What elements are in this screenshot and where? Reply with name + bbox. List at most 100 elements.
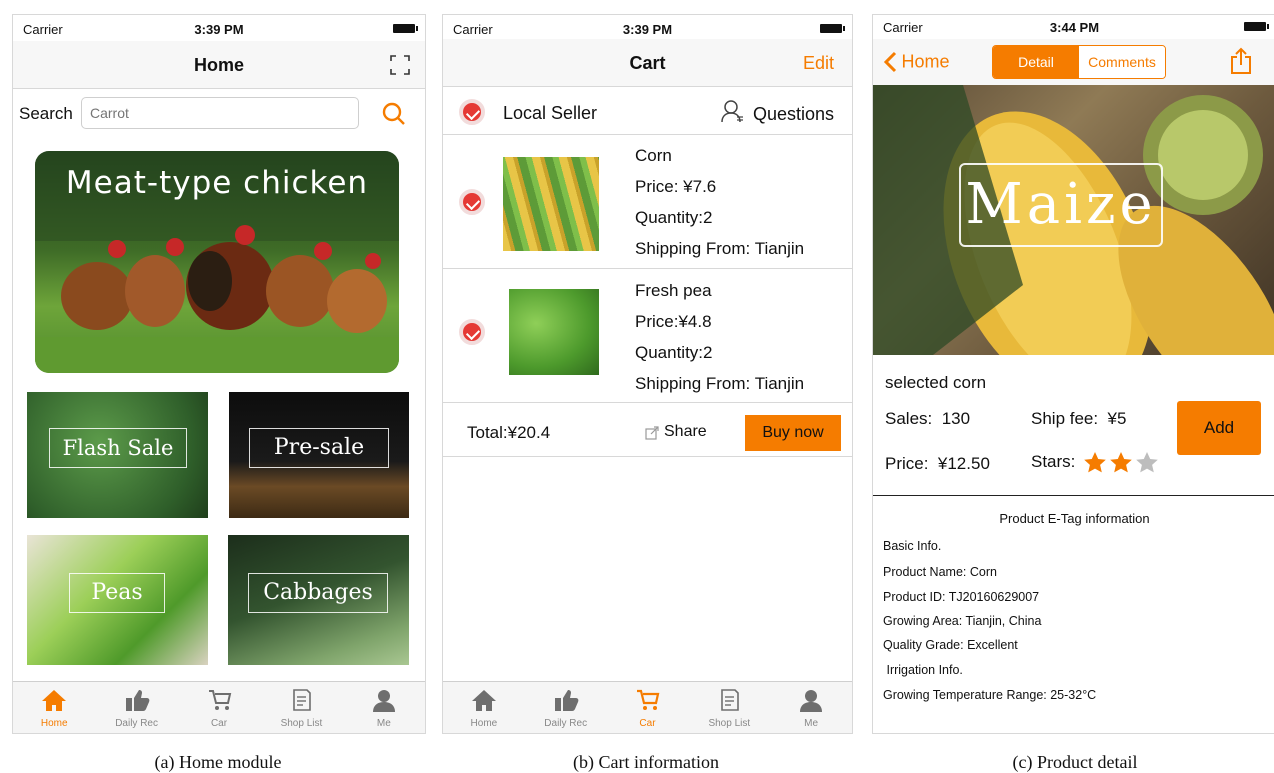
- share-button[interactable]: Share: [664, 423, 707, 441]
- tab-me[interactable]: Me: [343, 682, 425, 733]
- share-icon: [645, 426, 659, 440]
- info-line: Quality Grade: Excellent: [883, 638, 1018, 652]
- tab-label: Car: [639, 718, 656, 729]
- tab-me[interactable]: Me: [770, 682, 852, 733]
- status-time: 3:44 PM: [1049, 20, 1100, 35]
- info-line: Product ID: TJ20160629007: [883, 590, 1040, 604]
- tab-daily-rec[interactable]: Daily Rec: [525, 682, 607, 733]
- cart-icon: [209, 690, 232, 710]
- cart-item: Corn Price: ¥7.6 Quantity:2 Shipping Fro…: [443, 135, 852, 269]
- item-quantity: Quantity:2: [635, 208, 713, 227]
- caption-cart: (b) Cart information: [573, 752, 719, 772]
- seller-name: Local Seller: [503, 103, 598, 123]
- caption-home: (a) Home module: [154, 752, 282, 772]
- user-icon: [721, 100, 743, 123]
- tab-label: Daily Rec: [115, 718, 158, 729]
- segmented-control: Detail Comments: [992, 45, 1166, 79]
- pea-thumbnail: [509, 289, 599, 375]
- back-button[interactable]: Home: [883, 51, 949, 73]
- item-name: Corn: [635, 146, 672, 165]
- price-label: Price: ¥12.50: [885, 454, 990, 473]
- tab-home[interactable]: Home: [443, 682, 525, 733]
- edit-button[interactable]: Edit: [803, 53, 834, 74]
- cart-item: Fresh pea Price:¥4.8 Quantity:2 Shipping…: [443, 269, 852, 403]
- info-line: Growing Area: Tianjin, China: [883, 614, 1042, 628]
- item-checkbox[interactable]: [459, 189, 485, 215]
- tab-comments[interactable]: Comments: [1079, 46, 1165, 78]
- tab-car[interactable]: Car: [607, 682, 689, 733]
- page-title: Home: [193, 55, 244, 75]
- search-input[interactable]: [81, 97, 359, 129]
- thumbs-up-icon: [125, 690, 150, 711]
- info-line: Product Name: Corn: [883, 565, 997, 579]
- questions-link[interactable]: Questions: [753, 104, 834, 125]
- tab-detail[interactable]: Detail: [993, 46, 1079, 78]
- seller-checkbox[interactable]: [459, 99, 485, 125]
- thumbs-up-icon: [554, 690, 579, 711]
- tab-detail-label: Detail: [1018, 54, 1054, 70]
- status-time: 3:39 PM: [194, 22, 244, 37]
- divider: [873, 495, 1274, 496]
- tile-flash-sale[interactable]: Flash Sale: [27, 392, 208, 518]
- item-price: Price:¥4.8: [635, 312, 712, 331]
- item-shipping: Shipping From: Tianjin: [635, 374, 805, 393]
- add-button[interactable]: Add: [1177, 401, 1261, 455]
- status-bar: Carrier 3:39 PM: [443, 15, 852, 41]
- tab-label: Me: [376, 718, 391, 729]
- add-button-label: Add: [1203, 418, 1235, 437]
- banner[interactable]: Meat-type chicken: [35, 151, 399, 373]
- star-filled-icon: [1084, 452, 1106, 473]
- tab-home[interactable]: Home: [13, 682, 95, 733]
- tab-comments-label: Comments: [1088, 54, 1156, 70]
- cart-icon: [637, 689, 660, 710]
- tab-label: Shop List: [708, 718, 751, 729]
- tile-pre-sale[interactable]: Pre-sale: [229, 392, 409, 518]
- info-line: Basic Info.: [883, 539, 942, 553]
- total-bar: Total:¥20.4 Share Buy now: [443, 403, 852, 457]
- item-quantity: Quantity:2: [635, 343, 713, 362]
- star-filled-icon: [1110, 452, 1132, 473]
- tile-label: Pre-sale: [249, 428, 389, 468]
- cart-screen: Carrier 3:39 PM Cart Edit Local Seller Q…: [442, 14, 853, 734]
- tab-shop-list[interactable]: Shop List: [260, 682, 342, 733]
- item-shipping: Shipping From: Tianjin: [635, 239, 805, 258]
- caption-detail: (c) Product detail: [1012, 752, 1138, 772]
- tab-shop-list[interactable]: Shop List: [688, 682, 770, 733]
- tab-daily-rec[interactable]: Daily Rec: [95, 682, 177, 733]
- battery-icon: [393, 24, 418, 33]
- person-icon: [800, 690, 823, 712]
- tab-car[interactable]: Car: [178, 682, 260, 733]
- back-label: Home: [901, 51, 950, 72]
- tile-label: Peas: [69, 573, 165, 613]
- share-icon[interactable]: [1230, 47, 1252, 75]
- tile-cabbages[interactable]: Cabbages: [228, 535, 409, 665]
- item-name: Fresh pea: [635, 281, 712, 300]
- scan-icon[interactable]: [389, 54, 411, 76]
- detail-screen: Carrier 3:44 PM Home Detail Comments Mai…: [872, 14, 1274, 734]
- etag-title: Product E-Tag information: [999, 511, 1150, 526]
- tab-label: Me: [804, 718, 819, 729]
- hero-title-text: Maize: [965, 172, 1157, 237]
- buy-now-label: Buy now: [762, 424, 824, 441]
- list-icon: [721, 689, 740, 711]
- tab-bar: Home Daily Rec Car Shop List Me: [13, 681, 425, 733]
- search-icon[interactable]: [381, 101, 407, 127]
- item-checkbox[interactable]: [459, 319, 485, 345]
- star-rating: [1083, 451, 1161, 480]
- search-bar: Search: [13, 93, 425, 133]
- home-icon: [471, 690, 496, 711]
- hero-image: Maize: [873, 85, 1274, 355]
- info-line: Irrigation Info.: [883, 663, 963, 677]
- tab-label: Daily Rec: [544, 718, 588, 729]
- list-icon: [293, 689, 312, 711]
- status-bar: Carrier 3:39 PM: [13, 15, 425, 41]
- ship-fee-label: Ship fee: ¥5: [1031, 409, 1127, 428]
- tab-label: Shop List: [280, 718, 323, 729]
- sales-label: Sales: 130: [885, 409, 971, 428]
- battery-icon: [1244, 22, 1269, 31]
- search-label: Search: [19, 104, 73, 123]
- nav-bar: Home: [13, 41, 425, 89]
- star-empty-icon: [1136, 452, 1158, 473]
- tile-peas[interactable]: Peas: [27, 535, 208, 665]
- buy-now-button[interactable]: Buy now: [745, 415, 841, 451]
